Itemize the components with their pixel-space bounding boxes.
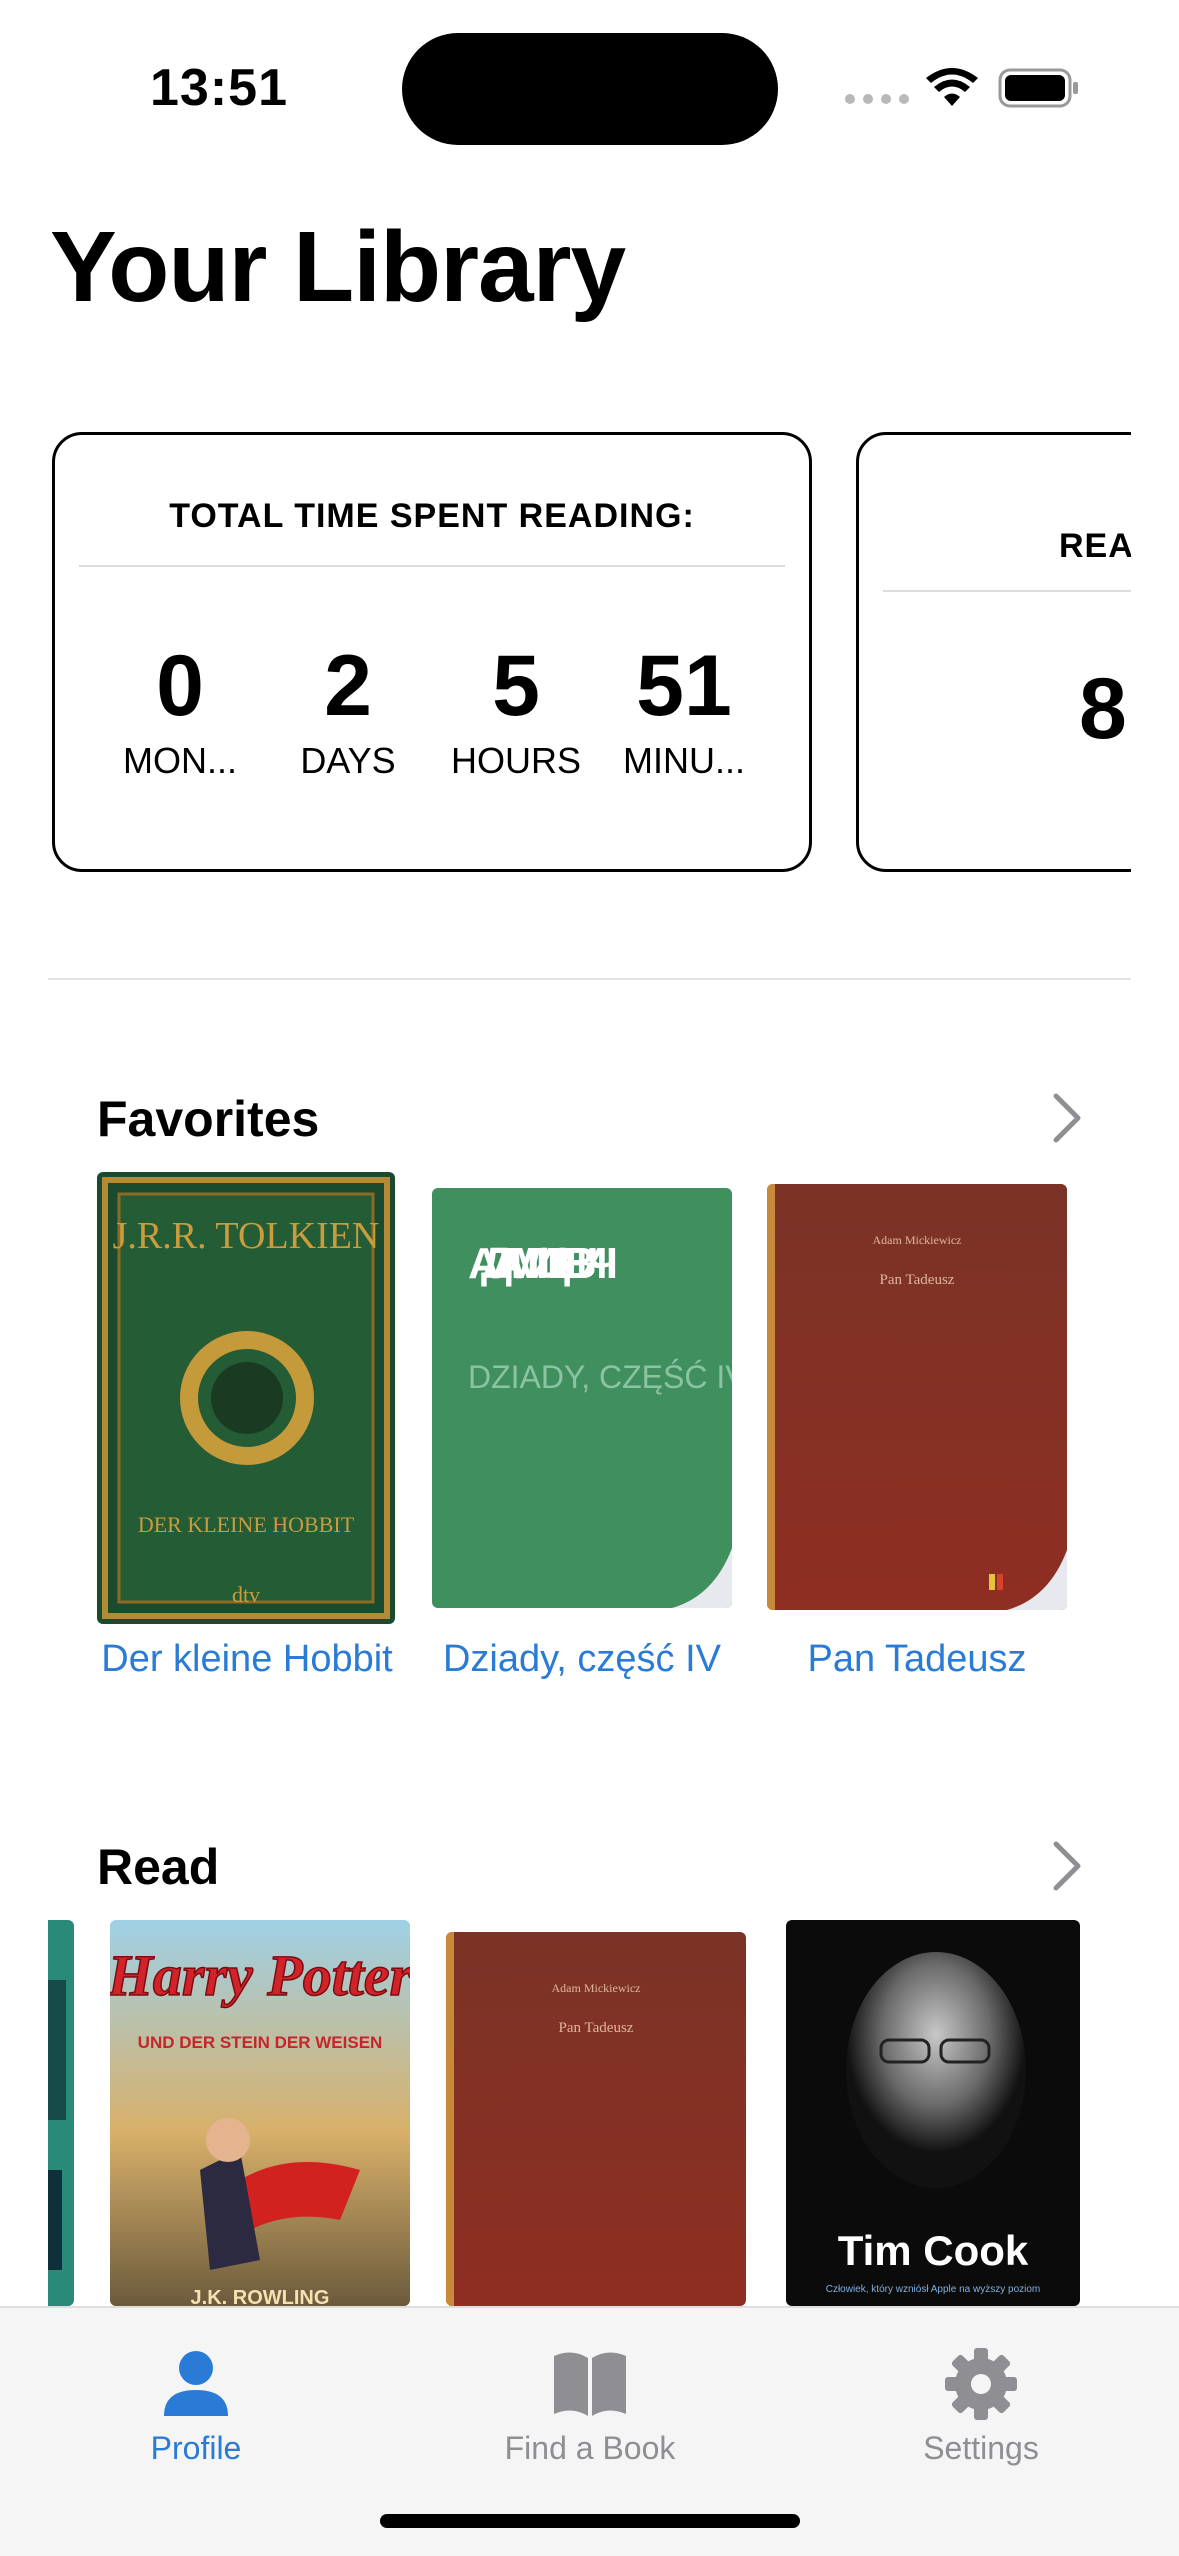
read-row[interactable]: Harry Potter UND DER STEIN DER WEISEN J.… bbox=[0, 1920, 1179, 2306]
tab-profile[interactable]: Profile bbox=[46, 2308, 346, 2478]
unit-label: HOURS bbox=[451, 740, 582, 781]
cover-author: J.K. ROWLING bbox=[191, 2287, 330, 2306]
card-header: TOTAL TIME SPENT READING: bbox=[169, 497, 695, 535]
cover-title: Pan Tadeusz bbox=[880, 1272, 955, 1288]
book-cover[interactable] bbox=[48, 1920, 74, 2306]
tab-label: Settings bbox=[923, 2430, 1039, 2466]
books-read-card[interactable]: REA 8 bbox=[856, 432, 1131, 872]
unit-value: 2 bbox=[324, 638, 372, 734]
battery-icon bbox=[998, 68, 1078, 108]
page-title: Your Library bbox=[50, 211, 626, 323]
dynamic-island bbox=[402, 33, 778, 145]
book-cover[interactable]: Adam Mickiewicz Pan Tadeusz bbox=[767, 1184, 1067, 1610]
book-item[interactable]: Adam Mickiewicz Pan Tadeusz Pan Tadeusz bbox=[767, 1172, 1067, 1692]
card-divider bbox=[883, 590, 1131, 592]
card-header: REA bbox=[1059, 527, 1131, 565]
card-divider bbox=[79, 565, 785, 567]
cover-title: Harry Potter bbox=[110, 1943, 410, 2008]
cellular-signal-icon bbox=[845, 94, 909, 104]
book-cover[interactable]: АДАМ МИЦКЕВИЧ DZIADY, CZĘŚĆ IV bbox=[432, 1188, 732, 1608]
favorites-title: Favorites bbox=[97, 1091, 320, 1147]
cover-author: АДАМ МИЦКЕВИЧ bbox=[468, 1239, 618, 1288]
person-icon bbox=[164, 2351, 228, 2416]
stats-carousel[interactable]: TOTAL TIME SPENT READING: 0 MON... 2 DAY… bbox=[52, 432, 1131, 872]
months-unit: 0 MON... bbox=[115, 640, 245, 782]
book-title[interactable]: Der kleine Hobbit bbox=[87, 1638, 407, 1681]
wifi-icon bbox=[926, 68, 978, 106]
cover-publisher: dtv bbox=[232, 1582, 260, 1607]
cover-title: Tim Cook bbox=[838, 2227, 1029, 2274]
book-title[interactable]: Dziady, część IV bbox=[412, 1638, 752, 1681]
book-cover[interactable]: J.R.R. TOLKIEN DER KLEINE HOBBIT dtv bbox=[97, 1172, 395, 1624]
book-cover[interactable]: Harry Potter UND DER STEIN DER WEISEN J.… bbox=[110, 1920, 410, 2306]
minutes-unit: 51 MINU... bbox=[619, 640, 749, 782]
cover-author: Adam Mickiewicz bbox=[873, 1233, 962, 1247]
favorites-chevron-right-icon[interactable] bbox=[1046, 1090, 1086, 1146]
cover-author: J.R.R. TOLKIEN bbox=[113, 1215, 380, 1257]
cover-title: Pan Tadeusz bbox=[559, 2020, 634, 2036]
days-unit: 2 DAYS bbox=[283, 640, 413, 782]
hours-unit: 5 HOURS bbox=[451, 640, 581, 782]
home-indicator bbox=[380, 2514, 800, 2528]
read-chevron-right-icon[interactable] bbox=[1046, 1838, 1086, 1894]
unit-label: MON... bbox=[123, 740, 237, 781]
cover-subtitle: Człowiek, który wzniósł Apple na wyższy … bbox=[826, 2284, 1041, 2295]
section-divider bbox=[48, 978, 1131, 980]
read-title: Read bbox=[97, 1839, 220, 1895]
tab-find-a-book[interactable]: Find a Book bbox=[440, 2308, 740, 2478]
favorites-row[interactable]: J.R.R. TOLKIEN DER KLEINE HOBBIT dtv Der… bbox=[0, 1172, 1179, 1692]
book-item[interactable]: АДАМ МИЦКЕВИЧ DZIADY, CZĘŚĆ IV Dziady, c… bbox=[432, 1172, 732, 1692]
tab-label: Find a Book bbox=[504, 2430, 676, 2466]
cover-title: DZIADY, CZĘŚĆ IV bbox=[468, 1359, 732, 1395]
book-cover[interactable]: Adam Mickiewicz Pan Tadeusz bbox=[446, 1932, 746, 2306]
unit-value: 0 bbox=[156, 638, 204, 734]
cover-author: Adam Mickiewicz bbox=[552, 1981, 641, 1995]
unit-label: MINU... bbox=[623, 740, 745, 781]
book-cover[interactable]: Tim Cook Człowiek, który wzniósł Apple n… bbox=[786, 1920, 1080, 2306]
gear-icon bbox=[945, 2348, 1017, 2420]
reading-time-card[interactable]: TOTAL TIME SPENT READING: 0 MON... 2 DAY… bbox=[52, 432, 812, 872]
cover-title: DER KLEINE HOBBIT bbox=[138, 1512, 355, 1537]
book-item[interactable]: J.R.R. TOLKIEN DER KLEINE HOBBIT dtv Der… bbox=[97, 1172, 397, 1692]
tab-label: Profile bbox=[150, 2430, 242, 2466]
cover-subtitle: UND DER STEIN DER WEISEN bbox=[138, 2033, 383, 2052]
unit-value: 5 bbox=[492, 638, 540, 734]
unit-label: DAYS bbox=[300, 740, 396, 781]
status-time: 13:51 bbox=[150, 59, 288, 117]
card-value: 8 bbox=[1079, 661, 1127, 757]
unit-value: 51 bbox=[636, 638, 732, 734]
book-title[interactable]: Pan Tadeusz bbox=[767, 1638, 1067, 1681]
tab-settings[interactable]: Settings bbox=[831, 2308, 1131, 2478]
book-icon bbox=[554, 2352, 626, 2416]
